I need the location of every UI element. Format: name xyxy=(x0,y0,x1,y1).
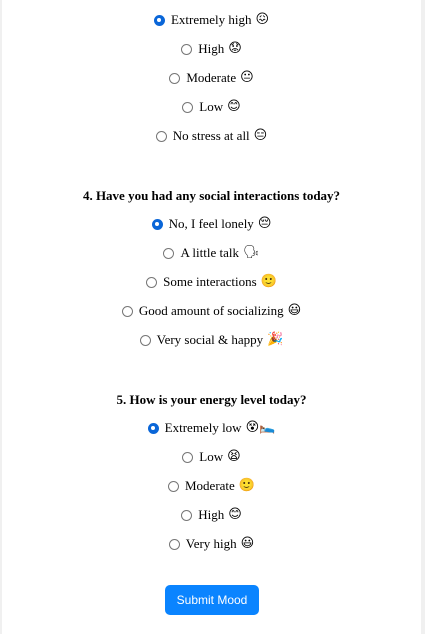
radio-button[interactable] xyxy=(147,422,159,434)
social-option-good-amount[interactable]: Good amount of socializing 😃 xyxy=(2,302,421,322)
social-option-lonely[interactable]: No, I feel lonely 😔 xyxy=(2,215,421,235)
energy-option-low[interactable]: Low 😫 xyxy=(2,448,421,468)
energy-option-moderate[interactable]: Moderate 🙂 xyxy=(2,477,421,497)
expressionless-face-icon: 😑 xyxy=(253,128,268,143)
pensive-face-icon: 😔 xyxy=(257,216,272,231)
radio-button[interactable] xyxy=(155,130,167,142)
party-popper-icon: 🎉 xyxy=(267,332,284,347)
worried-face-icon: 😟 xyxy=(228,41,242,56)
radio-button[interactable] xyxy=(121,305,133,317)
submit-mood-button[interactable]: Submit Mood xyxy=(165,585,259,615)
option-label: Very high xyxy=(185,536,237,551)
social-option-some[interactable]: Some interactions 🙂 xyxy=(2,273,421,293)
social-option-little-talk[interactable]: A little talk 🗣 xyxy=(2,244,421,264)
tired-face-icon: 😖 xyxy=(255,12,270,27)
option-label: No stress at all xyxy=(172,128,250,143)
option-label: High xyxy=(198,41,225,56)
radio-button[interactable] xyxy=(181,509,193,521)
stress-option-low[interactable]: Low 😊 xyxy=(2,98,421,118)
smiling-face-icon: 😊 xyxy=(227,99,241,114)
radio-button[interactable] xyxy=(181,43,193,55)
radio-button[interactable] xyxy=(139,334,151,346)
slightly-smiling-face-icon: 🙂 xyxy=(238,478,255,493)
radio-button[interactable] xyxy=(168,480,179,492)
neutral-face-icon: 😐 xyxy=(240,70,254,85)
smiling-face-icon: 😊 xyxy=(228,507,242,522)
mood-form: Extremely high 😖 High 😟 Moderate 😐 Low 😊 No … xyxy=(2,0,421,634)
weary-face-icon: 😫 xyxy=(227,449,241,464)
energy-option-high[interactable]: High 😊 xyxy=(2,506,421,526)
option-label: Low xyxy=(199,99,224,114)
grinning-face-icon: 😃 xyxy=(240,536,255,551)
stress-option-extremely-high[interactable]: Extremely high 😖 xyxy=(2,11,421,31)
speaking-head-icon: 🗣 xyxy=(242,245,260,260)
option-label: Extremely low xyxy=(164,420,242,435)
question-5-title: 5. How is your energy level today? xyxy=(116,392,307,407)
option-label: Moderate xyxy=(185,478,235,493)
question-4-title: 4. Have you had any social interactions … xyxy=(82,188,341,203)
stress-option-none[interactable]: No stress at all 😑 xyxy=(2,127,421,147)
radio-button[interactable] xyxy=(168,538,180,550)
option-label: Good amount of socializing xyxy=(138,303,284,318)
radio-button[interactable] xyxy=(169,72,181,84)
option-label: High xyxy=(198,507,225,522)
radio-button[interactable] xyxy=(151,218,163,230)
dizzy-face-sleeping-icon: 😵🛌 xyxy=(245,420,276,435)
radio-button[interactable] xyxy=(182,451,194,463)
grinning-face-icon: 😃 xyxy=(287,303,302,318)
option-label: Moderate xyxy=(186,70,237,85)
option-label: Some interactions xyxy=(163,274,257,289)
option-label: Very social & happy xyxy=(156,332,264,347)
option-label: Low xyxy=(199,449,224,464)
radio-button[interactable] xyxy=(182,101,194,113)
radio-button[interactable] xyxy=(163,247,175,259)
slightly-smiling-face-icon: 🙂 xyxy=(260,274,277,289)
radio-button[interactable] xyxy=(146,276,158,288)
option-label: A little talk xyxy=(180,245,239,260)
option-label: No, I feel lonely xyxy=(168,216,254,231)
stress-option-moderate[interactable]: Moderate 😐 xyxy=(2,69,421,89)
energy-option-very-high[interactable]: Very high 😃 xyxy=(2,535,421,555)
radio-button[interactable] xyxy=(153,14,165,26)
social-option-very-social[interactable]: Very social & happy 🎉 xyxy=(2,331,421,351)
stress-option-high[interactable]: High 😟 xyxy=(2,40,421,60)
energy-option-extremely-low[interactable]: Extremely low 😵🛌 xyxy=(2,419,421,439)
option-label: Extremely high xyxy=(170,12,252,27)
